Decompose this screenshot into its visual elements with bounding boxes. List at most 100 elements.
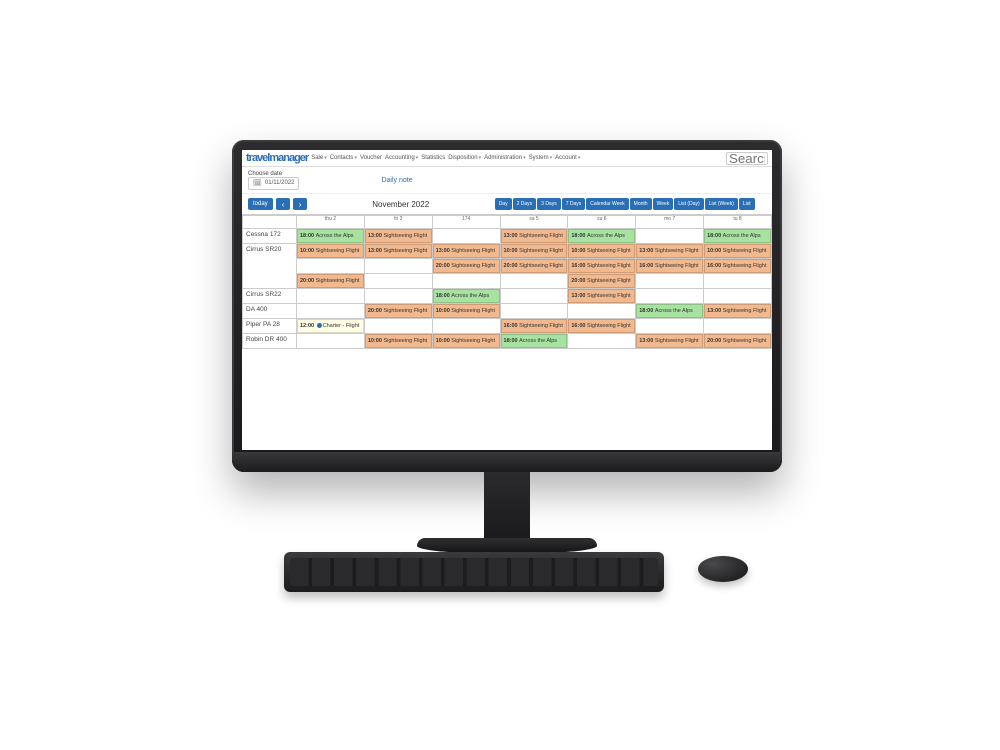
event[interactable]: 10:00 Sightseeing Flight <box>568 244 635 258</box>
resource-cell: Cessna 172 <box>243 229 297 244</box>
event[interactable]: 13:00 Sightseeing Flight <box>365 229 432 243</box>
schedule-cell: 20:00 Sightseeing Flight <box>500 259 568 274</box>
schedule-cell <box>364 274 432 289</box>
next-button[interactable]: › <box>293 198 307 210</box>
event[interactable]: 18:00 Across the Alps <box>433 289 500 303</box>
view-7days[interactable]: 7 Days <box>562 198 586 210</box>
schedule-cell: 18:00 Across the Alps <box>568 229 636 244</box>
nav-account[interactable]: Account▾ <box>555 155 580 161</box>
view-calendar-week[interactable]: Calendar Week <box>586 198 628 210</box>
schedule-cell <box>568 334 636 349</box>
chevron-down-icon: ▾ <box>523 155 526 161</box>
nav-administration[interactable]: Administration▾ <box>484 155 526 161</box>
status-dot-icon <box>317 323 322 328</box>
schedule-cell: 10:00 Sightseeing Flight <box>568 244 636 259</box>
event[interactable]: 20:00 Sightseeing Flight <box>568 274 635 288</box>
event[interactable]: 13:00 Sightseeing Flight <box>568 289 635 303</box>
event[interactable]: 18:00 Across the Alps <box>704 229 771 243</box>
schedule-cell <box>432 274 500 289</box>
view-list[interactable]: List <box>739 198 755 210</box>
nav-sale[interactable]: Sale▾ <box>311 155 327 161</box>
day-header: sa 5 <box>500 216 568 229</box>
search-input[interactable] <box>726 152 768 165</box>
schedule-cell: 20:00 Sightseeing Flight <box>568 274 636 289</box>
schedule-cell <box>500 274 568 289</box>
schedule-cell: 13:00 Sightseeing Flight <box>500 229 568 244</box>
nav-contacts[interactable]: Contacts▾ <box>330 155 357 161</box>
schedule-cell <box>297 289 365 304</box>
schedule-cell: 20:00 Sightseeing Flight <box>297 274 365 289</box>
choose-date-label: Choose date <box>248 171 299 177</box>
nav-accounting[interactable]: Accounting▾ <box>385 155 418 161</box>
schedule-cell <box>704 289 772 304</box>
schedule-cell: 10:00 Sightseeing Flight <box>500 244 568 259</box>
event[interactable]: 13:00 Sightseeing Flight <box>365 244 432 258</box>
event[interactable]: 13:00 Sightseeing Flight <box>636 334 703 348</box>
event[interactable]: 13:00 Sightseeing Flight <box>501 229 568 243</box>
monitor-stand-neck <box>484 472 530 542</box>
event[interactable]: 13:00 Sightseeing Flight <box>433 244 500 258</box>
event[interactable]: 10:00 Sightseeing Flight <box>704 244 771 258</box>
nav-system[interactable]: System▾ <box>529 155 553 161</box>
schedule-cell: 10:00 Sightseeing Flight <box>297 244 365 259</box>
schedule-cell: 16:00 Sightseeing Flight <box>568 319 636 334</box>
event[interactable]: 16:00 Sightseeing Flight <box>501 319 568 333</box>
event[interactable]: 16:00 Sightseeing Flight <box>568 319 635 333</box>
schedule-cell: 13:00 Sightseeing Flight <box>364 229 432 244</box>
event[interactable]: 13:00 Sightseeing Flight <box>704 304 771 318</box>
schedule-cell: 20:00 Sightseeing Flight <box>432 259 500 274</box>
nav-statistics[interactable]: Statistics <box>421 155 445 161</box>
view-week[interactable]: Week <box>653 198 674 210</box>
schedule-cell <box>500 304 568 319</box>
chevron-down-icon: ▾ <box>479 155 482 161</box>
schedule-cell <box>432 319 500 334</box>
schedule-cell: 10:00 Sightseeing Flight <box>364 334 432 349</box>
date-input[interactable]: 🗓 01/11/2022 <box>248 177 299 190</box>
daily-note-link[interactable]: Daily note <box>381 177 412 184</box>
event[interactable]: 10:00 Sightseeing Flight <box>433 304 500 318</box>
event[interactable]: 20:00 Sightseeing Flight <box>433 259 500 273</box>
event[interactable]: 10:00 Sightseeing Flight <box>297 244 364 258</box>
view-list-day[interactable]: List (Day) <box>674 198 703 210</box>
event[interactable]: 18:00 Across the Alps <box>501 334 568 348</box>
resource-cell: Robin DR 400 <box>243 334 297 349</box>
event[interactable]: 16:00 Sightseeing Flight <box>568 259 635 273</box>
mouse <box>698 556 748 582</box>
event[interactable]: 10:00 Sightseeing Flight <box>501 244 568 258</box>
schedule-cell <box>297 259 365 274</box>
event[interactable]: 20:00 Sightseeing Flight <box>365 304 432 318</box>
schedule-cell: 16:00 Sightseeing Flight <box>500 319 568 334</box>
view-list-week[interactable]: List (Week) <box>705 198 738 210</box>
event[interactable]: 18:00 Across the Alps <box>636 304 703 318</box>
event[interactable]: 10:00 Sightseeing Flight <box>365 334 432 348</box>
schedule-cell <box>704 319 772 334</box>
prev-button[interactable]: ‹ <box>276 198 290 210</box>
view-day[interactable]: Day <box>495 198 512 210</box>
event[interactable]: 10:00 Sightseeing Flight <box>433 334 500 348</box>
view-2days[interactable]: 2 Days <box>513 198 537 210</box>
schedule-cell: 18:00 Across the Alps <box>297 229 365 244</box>
schedule-cell <box>636 289 704 304</box>
event[interactable]: 13:00 Sightseeing Flight <box>636 244 703 258</box>
event[interactable]: 20:00 Sightseeing Flight <box>501 259 568 273</box>
view-month[interactable]: Month <box>630 198 652 210</box>
app-window: travelmanager Sale▾ Contacts▾ Voucher Ac… <box>242 150 772 450</box>
event[interactable]: 12:00 Charter - Flight <box>297 319 364 333</box>
nav-disposition[interactable]: Disposition▾ <box>448 155 481 161</box>
nav-voucher[interactable]: Voucher <box>360 155 382 161</box>
schedule-cell: 18:00 Across the Alps <box>636 304 704 319</box>
schedule-cell <box>364 289 432 304</box>
schedule-cell <box>704 274 772 289</box>
view-3days[interactable]: 3 Days <box>537 198 561 210</box>
calendar-title: November 2022 <box>310 200 492 209</box>
schedule-cell: 10:00 Sightseeing Flight <box>704 244 772 259</box>
event[interactable]: 20:00 Sightseeing Flight <box>297 274 364 288</box>
event[interactable]: 16:00 Sightseeing Flight <box>704 259 771 273</box>
event[interactable]: 20:00 Sightseeing Flight <box>704 334 771 348</box>
schedule-cell: 18:00 Across the Alps <box>500 334 568 349</box>
event[interactable]: 18:00 Across the Alps <box>568 229 635 243</box>
resource-cell: DA 400 <box>243 304 297 319</box>
event[interactable]: 16:00 Sightseeing Flight <box>636 259 703 273</box>
event[interactable]: 18:00 Across the Alps <box>297 229 364 243</box>
today-button[interactable]: today <box>248 198 273 210</box>
